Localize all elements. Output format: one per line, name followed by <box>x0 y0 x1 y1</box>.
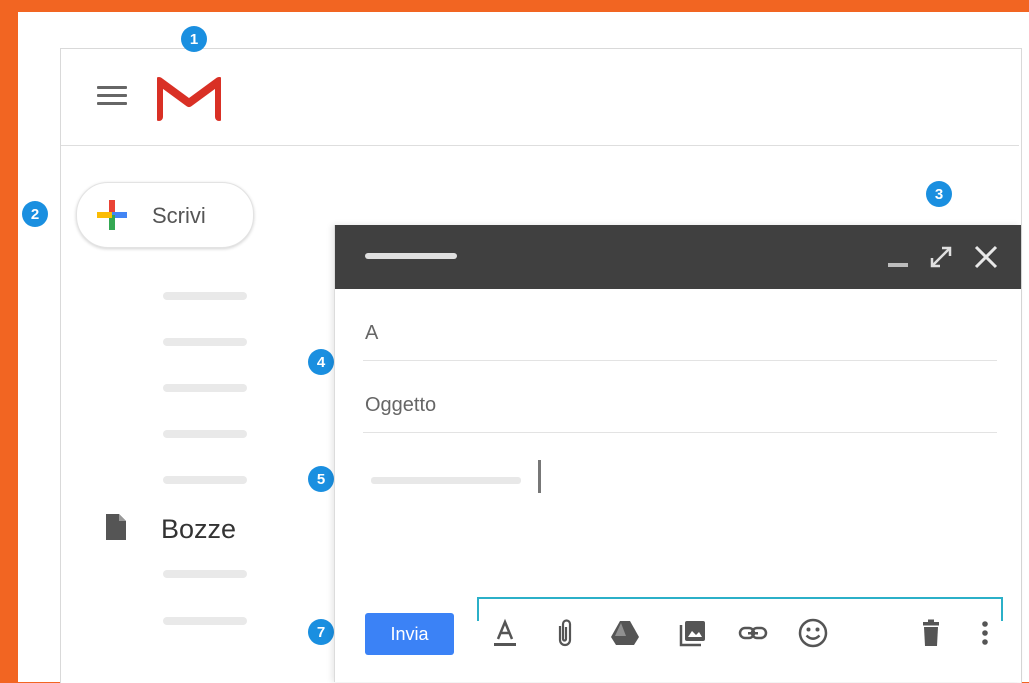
send-button[interactable]: Invia <box>365 613 454 655</box>
message-body-placeholder[interactable] <box>371 477 521 484</box>
emoji-icon[interactable] <box>797 617 829 649</box>
drafts-label: Bozze <box>161 514 237 544</box>
nav-item-placeholder[interactable] <box>163 430 247 438</box>
hamburger-menu-icon[interactable] <box>97 86 127 106</box>
subject-placeholder: Oggetto <box>365 394 437 416</box>
photo-icon[interactable] <box>677 617 709 649</box>
gmail-logo[interactable] <box>157 73 221 121</box>
nav-item-placeholder[interactable] <box>163 384 247 392</box>
expand-icon[interactable] <box>927 243 955 271</box>
callout-badge: 5 <box>308 466 334 492</box>
compose-window: A Oggetto Invia <box>334 225 1021 682</box>
to-placeholder: A <box>365 322 379 344</box>
more-options-icon[interactable] <box>969 617 1001 649</box>
callout-badge: 2 <box>22 201 48 227</box>
subject-field[interactable]: Oggetto <box>363 380 997 433</box>
trash-icon[interactable] <box>915 617 947 649</box>
callout-badge: 3 <box>926 181 952 207</box>
compose-title-placeholder <box>365 253 457 259</box>
nav-item-placeholder[interactable] <box>163 476 247 484</box>
callout-badge: 4 <box>308 349 334 375</box>
callout-badge: 7 <box>308 619 334 645</box>
minimize-icon[interactable] <box>885 243 913 271</box>
to-field[interactable]: A <box>363 308 997 361</box>
document-icon <box>106 514 126 540</box>
compose-label: Scrivi <box>152 203 206 228</box>
text-format-icon[interactable] <box>489 617 521 649</box>
nav-item-placeholder[interactable] <box>163 617 247 625</box>
compose-header <box>335 225 1021 289</box>
callout-badge: 1 <box>181 26 207 52</box>
text-cursor <box>538 460 541 493</box>
nav-item-placeholder[interactable] <box>163 338 247 346</box>
compose-button[interactable]: Scrivi <box>76 182 254 248</box>
drive-icon[interactable] <box>609 617 641 649</box>
close-icon[interactable] <box>972 243 1000 271</box>
colored-plus-icon <box>97 200 127 230</box>
nav-item-placeholder[interactable] <box>163 292 247 300</box>
nav-item-placeholder[interactable] <box>163 570 247 578</box>
attach-icon[interactable] <box>549 617 581 649</box>
link-icon[interactable] <box>737 617 769 649</box>
